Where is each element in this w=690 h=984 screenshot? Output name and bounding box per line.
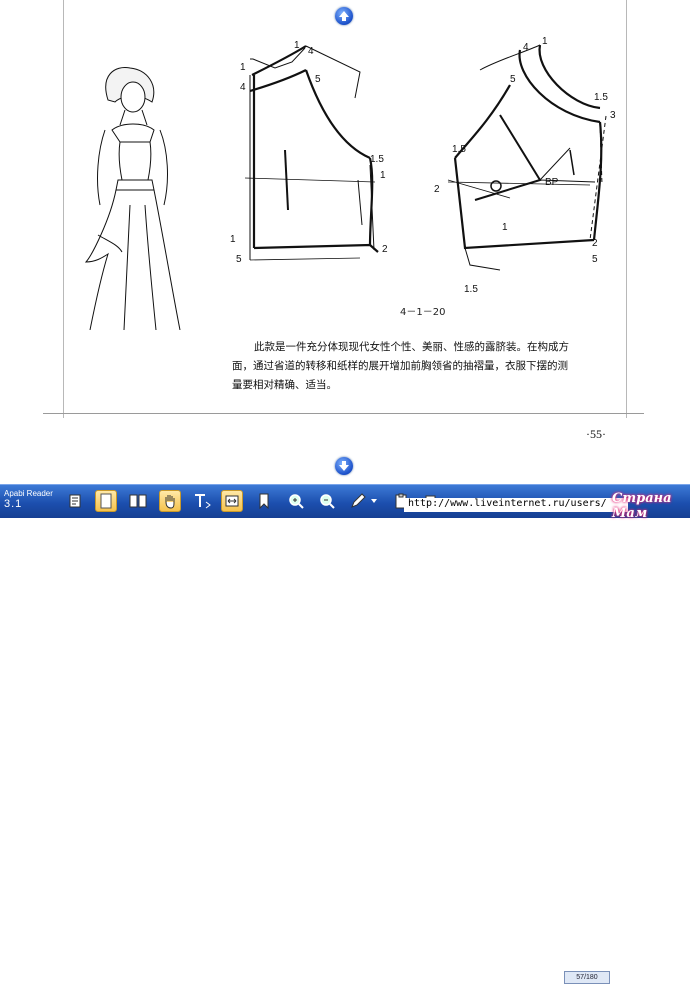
bookmark-icon <box>259 493 269 509</box>
zoom-out-button[interactable] <box>316 490 338 512</box>
page-navigator: 57/180 <box>538 971 658 984</box>
label: 5 <box>315 74 321 85</box>
hand-tool-button[interactable] <box>159 490 181 512</box>
body-line: 此款是一件充分体现现代女性个性、美丽、性感的露脐装。在构成方 <box>254 341 569 353</box>
fit-width-button[interactable] <box>221 490 243 512</box>
label: 1 <box>542 36 548 47</box>
back-bodice-draft <box>244 45 379 261</box>
zoom-out-icon <box>320 494 335 509</box>
url-status-bar: http://www.liveinternet.ru/users/ <box>404 498 628 512</box>
label: 2 <box>592 238 598 249</box>
dropdown-icon <box>371 499 377 503</box>
arrow-down-icon <box>339 461 349 471</box>
label: 1.5 <box>452 144 466 155</box>
label: 5 <box>236 254 242 265</box>
scroll-down-button[interactable] <box>335 457 353 475</box>
app-name: Apabi Reader <box>4 489 53 498</box>
page-button[interactable] <box>64 490 86 512</box>
page-left-edge <box>63 0 64 418</box>
label: 1 <box>240 62 246 73</box>
label: BP <box>545 177 559 188</box>
app-version: 3.1 <box>4 498 23 510</box>
page-bottom-rule <box>43 413 644 414</box>
figure-caption: 4－1－20 <box>400 307 446 318</box>
label: 1.5 <box>594 92 608 103</box>
hand-tool-icon <box>165 495 175 509</box>
app-brand: Apabi Reader 3.1 <box>4 489 53 510</box>
next-page-icon[interactable] <box>614 972 624 982</box>
pen-button[interactable] <box>347 490 369 512</box>
label: 4 <box>240 82 246 93</box>
label: 1.5 <box>464 284 478 295</box>
label: 5 <box>510 74 516 85</box>
page-icon <box>69 494 81 508</box>
label: 1 <box>230 234 236 245</box>
label: 5 <box>592 254 598 265</box>
zoom-in-icon <box>289 494 304 509</box>
label: 3 <box>610 110 616 121</box>
prev-page-icon[interactable] <box>542 972 552 982</box>
body-paragraph: 此款是一件充分体现现代女性个性、美丽、性感的露脐装。在构成方 面，通过省道的转移… <box>232 338 632 395</box>
document-viewer: 1 4 5 1 4 1.5 1 1 2 5 4 1 5 1.5 3 1.5 2 … <box>0 0 690 484</box>
label: 2 <box>382 244 388 255</box>
fit-width-icon <box>225 495 239 507</box>
arrow-up-icon <box>339 11 349 21</box>
text-select-button[interactable] <box>191 490 213 512</box>
label: 1 <box>502 222 508 233</box>
page-field[interactable]: 57/180 <box>564 971 610 984</box>
two-page-icon <box>129 494 147 508</box>
two-page-button[interactable] <box>127 490 149 512</box>
pattern-illustration: 1 4 5 1 4 1.5 1 1 2 5 4 1 5 1.5 3 1.5 2 … <box>84 36 616 330</box>
single-page-button[interactable] <box>95 490 117 512</box>
label: 1.5 <box>370 154 384 165</box>
label: 1 <box>294 40 300 51</box>
single-page-icon <box>100 493 112 509</box>
bookmark-button[interactable] <box>253 490 275 512</box>
text-select-icon <box>195 494 211 509</box>
fashion-figure <box>84 66 181 330</box>
body-line: 量要相对精确、适当。 <box>232 379 337 391</box>
pattern-labels: 1 4 5 1 4 1.5 1 1 2 5 4 1 5 1.5 3 1.5 2 … <box>230 36 616 295</box>
label: 4 <box>523 42 529 53</box>
front-bodice-draft <box>447 44 607 271</box>
zoom-in-button[interactable] <box>285 490 307 512</box>
page-number: ·55· <box>586 427 606 441</box>
body-line: 面，通过省道的转移和纸样的展开增加前胸领省的抽褶量，衣服下摆的测 <box>232 360 568 372</box>
label: 4 <box>308 46 314 57</box>
pen-dropdown-button[interactable] <box>368 490 380 512</box>
pen-icon <box>351 493 366 508</box>
label: 1 <box>380 170 386 181</box>
label: 2 <box>434 184 440 195</box>
scroll-up-button[interactable] <box>335 7 353 25</box>
